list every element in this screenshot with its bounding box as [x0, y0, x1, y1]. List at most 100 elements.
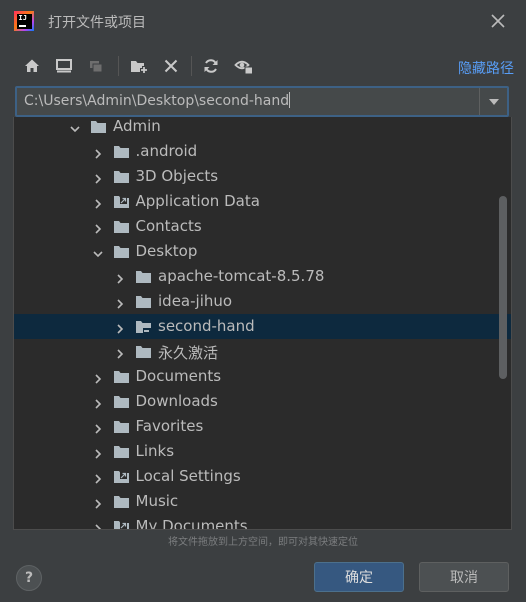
home-button[interactable]	[21, 55, 43, 77]
chevron-right-icon[interactable]	[92, 445, 104, 459]
folder-icon	[90, 119, 107, 134]
project-button[interactable]	[85, 55, 107, 77]
tree-row-label: Local Settings	[135, 467, 241, 485]
folder-icon	[113, 244, 130, 259]
tree-row-label: Documents	[135, 367, 222, 385]
tree-row-label: Application Data	[135, 192, 260, 210]
path-input[interactable]: C:\Users\Admin\Desktop\second-hand	[17, 88, 481, 115]
chevron-right-icon[interactable]	[114, 345, 126, 359]
tree-row[interactable]: Music	[14, 489, 511, 514]
help-icon: ?	[24, 570, 34, 586]
show-hidden-icon	[234, 60, 253, 75]
cancel-button[interactable]: 取消	[419, 562, 509, 592]
tree-row[interactable]: Documents	[14, 364, 511, 389]
tree-row-label: Contacts	[135, 217, 202, 235]
folder-icon	[135, 269, 152, 284]
tree-row[interactable]: 永久激活	[14, 339, 511, 364]
tree-row[interactable]: Favorites	[14, 414, 511, 439]
tree-row[interactable]: Local Settings	[14, 464, 511, 489]
tree-row-label: Downloads	[135, 392, 218, 410]
close-icon	[491, 14, 505, 28]
tree-row-label: 永久激活	[158, 344, 219, 362]
tree-row[interactable]: Downloads	[14, 389, 511, 414]
chevron-right-icon[interactable]	[114, 295, 126, 309]
toolbar-separator	[191, 56, 192, 76]
title-bar: IJ 打开文件或项目	[0, 0, 526, 42]
help-button[interactable]: ?	[16, 565, 42, 591]
tree-row-label: Favorites	[135, 417, 204, 435]
tree-row[interactable]: .android	[14, 139, 511, 164]
text-caret	[289, 92, 291, 108]
drag-drop-hint: 将文件拖放到上方空间，即可对其快速定位	[168, 537, 358, 548]
tree-scrollbar-thumb[interactable]	[499, 196, 507, 379]
tree-row[interactable]: Admin	[14, 117, 511, 139]
folder-icon	[113, 144, 130, 159]
delete-icon	[164, 59, 178, 73]
chevron-right-icon[interactable]	[92, 495, 104, 509]
chevron-down-icon[interactable]	[92, 245, 104, 258]
chevron-right-icon[interactable]	[92, 395, 104, 409]
new-folder-button[interactable]	[128, 55, 150, 77]
tree-row-label: apache-tomcat-8.5.78	[158, 267, 325, 285]
tree-row-label: .android	[135, 142, 198, 160]
chevron-right-icon[interactable]	[92, 220, 104, 234]
chevron-right-icon[interactable]	[92, 195, 104, 209]
intellij-idea-icon: IJ	[14, 11, 34, 31]
tree-row-label: second-hand	[158, 317, 255, 335]
path-combobox[interactable]: C:\Users\Admin\Desktop\second-hand	[15, 86, 509, 117]
desktop-button[interactable]	[53, 55, 75, 77]
dialog-title: 打开文件或项目	[48, 15, 146, 31]
toolbar-separator	[118, 56, 119, 76]
chevron-down-icon[interactable]	[69, 120, 81, 133]
path-dropdown-button[interactable]	[479, 88, 507, 115]
tree-row-label: My Documents	[135, 517, 248, 530]
home-icon	[25, 59, 39, 72]
folder-icon	[113, 494, 130, 509]
folder-link-icon	[113, 469, 130, 484]
tree-row-label: idea-jihuo	[158, 292, 233, 310]
chevron-right-icon[interactable]	[92, 170, 104, 184]
refresh-button[interactable]	[200, 55, 222, 77]
close-button[interactable]	[489, 12, 507, 30]
tree-row[interactable]: second-hand	[14, 314, 511, 339]
chevron-right-icon[interactable]	[92, 370, 104, 384]
tree-row[interactable]: Links	[14, 439, 511, 464]
tree-row[interactable]: Application Data	[14, 189, 511, 214]
chevron-right-icon[interactable]	[92, 520, 104, 529]
chevron-right-icon[interactable]	[114, 320, 126, 334]
tree-row[interactable]: Desktop	[14, 239, 511, 264]
tree-row[interactable]: 3D Objects	[14, 164, 511, 189]
tree-row-label: Desktop	[135, 242, 198, 260]
tree-row[interactable]: My Documents	[14, 514, 511, 530]
chevron-right-icon[interactable]	[114, 270, 126, 284]
ok-button[interactable]: 确定	[314, 562, 404, 592]
chevron-right-icon[interactable]	[92, 470, 104, 484]
folder-icon	[135, 294, 152, 309]
chevron-down-icon	[488, 98, 499, 105]
path-text: C:\Users\Admin\Desktop\second-hand	[24, 93, 290, 109]
folder-icon	[113, 419, 130, 434]
file-tree[interactable]: Admin .android 3D Objects Application Data C…	[13, 117, 512, 530]
tree-row-label: Admin	[113, 117, 161, 135]
tree-row[interactable]: idea-jihuo	[14, 289, 511, 314]
tree-row-label: Links	[135, 442, 175, 460]
folder-icon	[113, 369, 130, 384]
folder-icon	[113, 219, 130, 234]
tree-row-label: Music	[135, 492, 179, 510]
chevron-right-icon[interactable]	[92, 145, 104, 159]
folder-link-icon	[113, 194, 130, 209]
tree-row[interactable]: apache-tomcat-8.5.78	[14, 264, 511, 289]
folder-icon	[113, 444, 130, 459]
chevron-right-icon[interactable]	[92, 420, 104, 434]
refresh-icon	[204, 59, 218, 73]
desktop-icon	[56, 59, 72, 73]
toolbar: 隐藏路径	[0, 52, 526, 80]
show-hidden-button[interactable]	[233, 55, 255, 77]
new-folder-icon	[131, 61, 148, 74]
project-folder-icon	[135, 319, 152, 334]
hide-path-link[interactable]: 隐藏路径	[458, 58, 514, 78]
tree-row[interactable]: Contacts	[14, 214, 511, 239]
folder-icon	[113, 394, 130, 409]
delete-button[interactable]	[160, 55, 182, 77]
folder-icon	[135, 344, 152, 359]
